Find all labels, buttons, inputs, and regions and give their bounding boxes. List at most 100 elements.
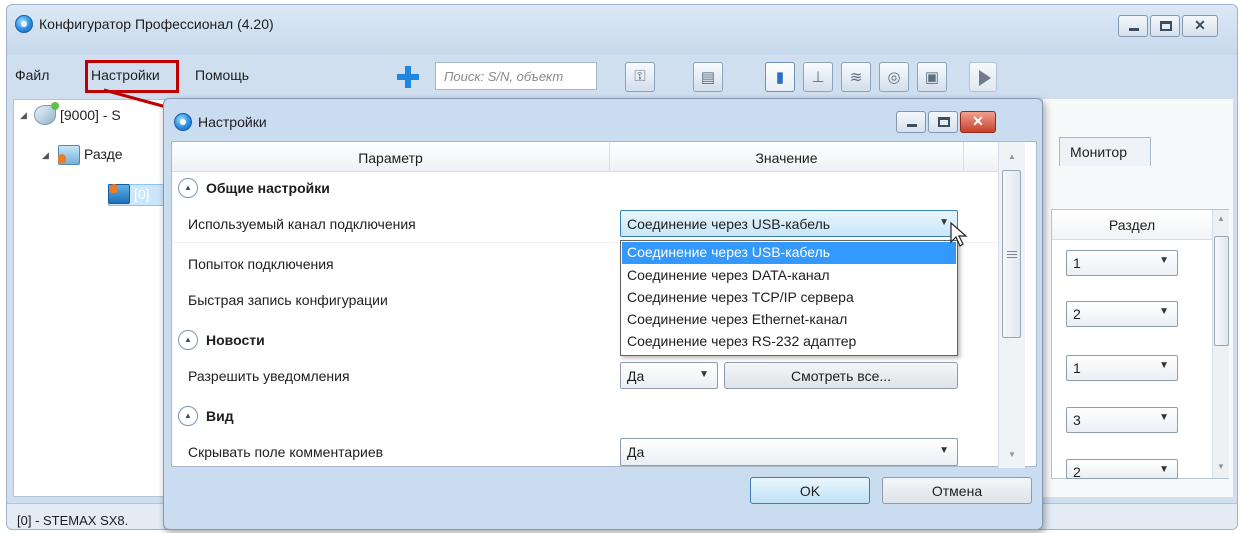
- key-icon: ⚿: [634, 68, 646, 85]
- ok-button[interactable]: OK: [750, 477, 870, 504]
- usb-icon: ▮: [775, 69, 785, 86]
- dialog-window-controls: ✕: [896, 111, 996, 133]
- expand-icon[interactable]: ◢: [20, 110, 27, 121]
- chevron-down-icon: ▼: [1159, 306, 1169, 317]
- menu-help[interactable]: Помощь: [195, 67, 249, 83]
- settings-dialog: Настройки ✕ Параметр Значение ▲ ▼ ▲ Общи…: [163, 98, 1043, 530]
- group-news: Новости: [206, 332, 265, 348]
- add-device-button[interactable]: [393, 62, 423, 92]
- usb-button[interactable]: ▮: [765, 62, 795, 92]
- channel-dropdown-list: Соединение через USB-кабель Соединение ч…: [620, 240, 958, 356]
- dialog-minimize-button[interactable]: [896, 111, 926, 133]
- tree-device-label[interactable]: [0]: [134, 186, 150, 202]
- partition-select[interactable]: 1 ▼: [1066, 250, 1178, 276]
- grid-scrollbar[interactable]: ▲ ▼: [1212, 210, 1229, 478]
- scroll-down-icon[interactable]: ▼: [1213, 462, 1229, 471]
- scroll-thumb[interactable]: [1214, 236, 1229, 346]
- collapse-view-icon[interactable]: ▲: [178, 406, 198, 426]
- scroll-down-icon[interactable]: ▼: [999, 450, 1025, 459]
- chevron-down-icon: ▼: [1159, 360, 1169, 371]
- menu-file[interactable]: Файл: [15, 67, 49, 83]
- column-header-value: Значение: [610, 142, 964, 172]
- globe-icon: ◎: [887, 69, 901, 86]
- param-notifications-label: Разрешить уведомления: [188, 368, 350, 384]
- status-text: [0] - STEMAX SX8.: [17, 513, 129, 528]
- dialog-scrollbar[interactable]: ▲ ▼: [998, 142, 1025, 468]
- tree-root-label[interactable]: [9000] - S: [60, 107, 121, 123]
- expand-icon[interactable]: ◢: [42, 150, 49, 161]
- partition-value: 3: [1073, 412, 1081, 428]
- hide-comments-select[interactable]: Да ▼: [620, 438, 958, 466]
- search-input[interactable]: Поиск: S/N, объект: [435, 62, 597, 90]
- channel-option-rs232[interactable]: Соединение через RS-232 адаптер: [622, 331, 956, 353]
- chevron-down-icon: ▼: [1159, 464, 1169, 475]
- collapse-news-icon[interactable]: ▲: [178, 330, 198, 350]
- rs232-button[interactable]: ⊥: [803, 62, 833, 92]
- channel-option-tcpip[interactable]: Соединение через TCP/IP сервера: [622, 287, 956, 309]
- close-icon: ✕: [972, 113, 984, 129]
- dialog-close-button[interactable]: ✕: [960, 111, 996, 133]
- run-button[interactable]: [969, 62, 997, 92]
- column-header-parameter: Параметр: [172, 142, 610, 172]
- dialog-maximize-button[interactable]: [928, 111, 958, 133]
- channel-option-data[interactable]: Соединение через DATA-канал: [622, 265, 956, 287]
- channel-option-usb[interactable]: Соединение через USB-кабель: [622, 242, 956, 264]
- param-hide-comments-label: Скрывать поле комментариев: [188, 444, 384, 460]
- partition-value: 1: [1073, 360, 1081, 376]
- group-view: Вид: [206, 408, 234, 424]
- scroll-thumb[interactable]: [1002, 170, 1021, 338]
- monitor-button[interactable]: ▣: [917, 62, 947, 92]
- notifications-select[interactable]: Да ▼: [620, 362, 718, 389]
- param-attempts-label: Попыток подключения: [188, 256, 334, 272]
- partition-select[interactable]: 2 ▼: [1066, 301, 1178, 327]
- main-window-controls: ✕: [1118, 15, 1218, 37]
- column-header-partition: Раздел: [1052, 210, 1212, 240]
- devices-button[interactable]: ▤: [693, 62, 723, 92]
- grid-header: Параметр Значение: [172, 142, 998, 172]
- maximize-icon: [1160, 21, 1172, 31]
- tab-monitor[interactable]: Монитор: [1059, 137, 1151, 166]
- partition-grid: Раздел ▲ ▼ 1 ▼ 2 ▼ 1 ▼ 3 ▼ 2 ▼: [1051, 209, 1229, 479]
- cable-icon: ⊥: [811, 69, 825, 86]
- channel-option-ethernet[interactable]: Соединение через Ethernet-канал: [622, 309, 956, 331]
- partition-select[interactable]: 2 ▼: [1066, 459, 1178, 479]
- minimize-button[interactable]: [1118, 15, 1148, 37]
- cancel-button[interactable]: Отмена: [882, 477, 1032, 504]
- grip-icon: [1007, 251, 1017, 252]
- menu-bar: Файл Настройки Помощь Поиск: S/N, объект…: [7, 59, 1237, 95]
- app-logo-icon: [174, 113, 192, 131]
- settings-property-grid: Параметр Значение ▲ ▼ ▲ Общие настройки …: [171, 141, 1037, 468]
- connect-button[interactable]: ⚿: [625, 62, 655, 92]
- mouse-cursor-icon: [950, 222, 968, 247]
- view-all-button[interactable]: Смотреть все...: [724, 362, 958, 389]
- collapse-general-icon[interactable]: ▲: [178, 178, 198, 198]
- channel-select-value: Соединение через USB-кабель: [627, 216, 831, 232]
- partition-select[interactable]: 3 ▼: [1066, 407, 1178, 433]
- dialog-title: Настройки: [198, 114, 267, 130]
- group-general: Общие настройки: [206, 180, 330, 196]
- notifications-select-value: Да: [627, 368, 645, 384]
- partition-select[interactable]: 1 ▼: [1066, 355, 1178, 381]
- devices-icon: ▤: [700, 69, 716, 86]
- maximize-button[interactable]: [1150, 15, 1180, 37]
- tree-group-label[interactable]: Разде: [84, 146, 123, 162]
- minimize-icon: [1129, 28, 1139, 31]
- network-button[interactable]: ◎: [879, 62, 909, 92]
- partition-value: 2: [1073, 464, 1081, 479]
- close-button[interactable]: ✕: [1182, 15, 1218, 37]
- main-window-title: Конфигуратор Профессионал (4.20): [39, 16, 274, 32]
- partition-value: 2: [1073, 306, 1081, 322]
- right-pane: Монитор Раздел ▲ ▼ 1 ▼ 2 ▼ 1 ▼ 3 ▼ 2 ▼: [1043, 99, 1233, 497]
- play-icon: [979, 70, 991, 86]
- wifi-button[interactable]: ≋: [841, 62, 871, 92]
- scroll-up-icon[interactable]: ▲: [999, 152, 1025, 161]
- close-icon: ✕: [1194, 17, 1206, 33]
- chevron-down-icon: ▼: [1159, 255, 1169, 266]
- monitor-icon: ▣: [924, 69, 940, 86]
- channel-select[interactable]: Соединение через USB-кабель ▼: [620, 210, 958, 237]
- scroll-up-icon[interactable]: ▲: [1213, 214, 1229, 223]
- param-channel-label: Используемый канал подключения: [188, 216, 416, 232]
- chevron-down-icon: ▼: [939, 217, 949, 228]
- main-title-bar: Конфигуратор Профессионал (4.20) ✕: [7, 5, 1237, 55]
- chevron-down-icon: ▼: [939, 445, 949, 456]
